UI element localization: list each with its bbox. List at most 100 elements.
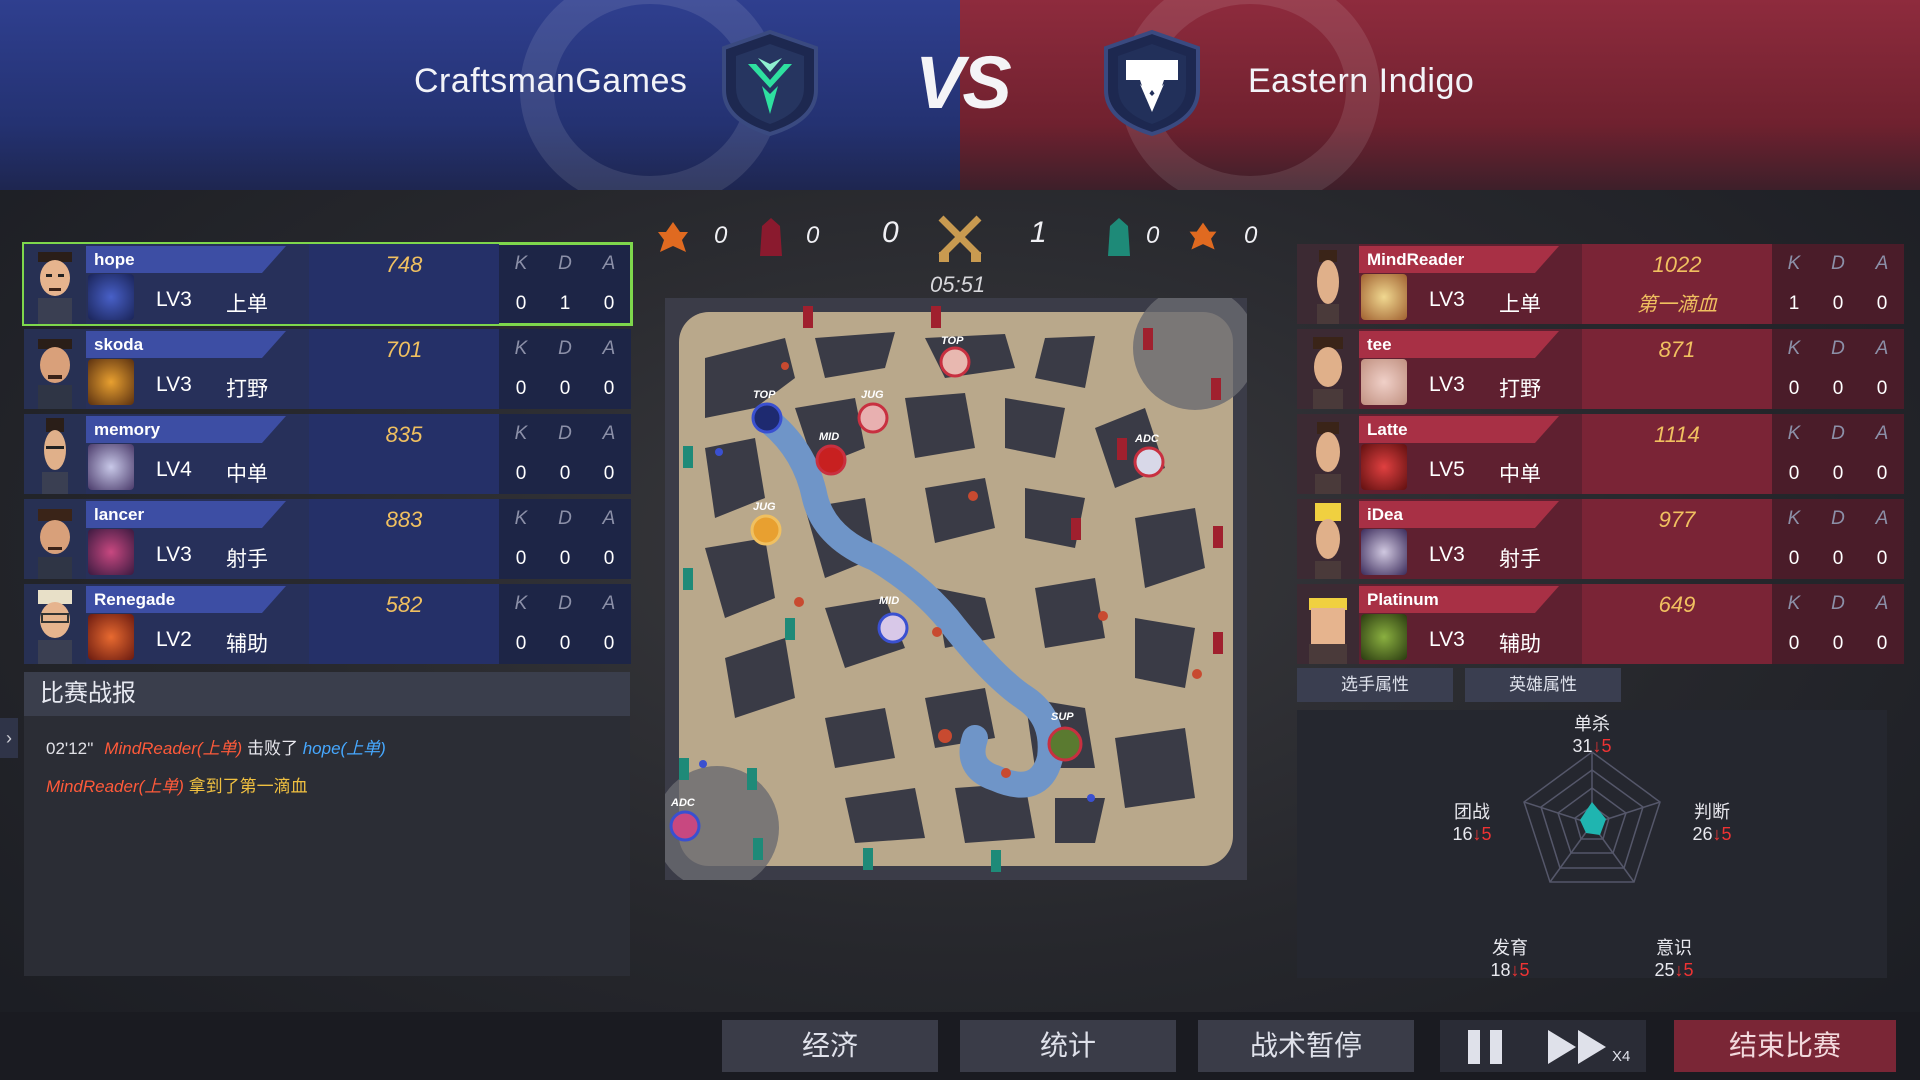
- tactical-pause-button[interactable]: 战术暂停: [1198, 1020, 1414, 1072]
- player-name: memory: [86, 416, 286, 443]
- assists: 0: [603, 293, 615, 314]
- blue-inhibitor-icon: [760, 218, 782, 256]
- kda-d-header: D: [1831, 593, 1845, 614]
- player-name: lancer: [86, 501, 286, 528]
- economy-button[interactable]: 经济: [722, 1020, 938, 1072]
- hero-portrait-icon: [88, 529, 134, 575]
- player-role: 辅助: [1499, 633, 1541, 656]
- player-gold: 649: [1658, 592, 1696, 617]
- red-player-card[interactable]: Latte LV5 中单 1114 K D A 0 0 0: [1297, 414, 1904, 494]
- match-view: › hope LV3 上单 748 KDA 010 skoda LV3 打野 7…: [0, 190, 1920, 1080]
- score-bar: 0 0 0 1 0 0: [650, 212, 1270, 272]
- kda-a-header: A: [602, 593, 616, 614]
- blue-player-card[interactable]: Renegade LV2 辅助 582 K D A 0 0 0: [24, 584, 631, 664]
- blue-player-card[interactable]: lancer LV3 射手 883 K D A 0 0 0: [24, 499, 631, 579]
- red-inhibitor-count: 0: [1146, 222, 1160, 249]
- player-avatar: [1297, 244, 1359, 324]
- player-level: LV3: [1429, 288, 1465, 311]
- player-level: LV2: [156, 628, 192, 651]
- assists: 0: [1876, 378, 1888, 399]
- report-line-kill: 02'12'' MindReader(上单) 击败了 hope(上单): [46, 734, 386, 759]
- tab-player-attributes[interactable]: 选手属性: [1297, 668, 1453, 702]
- kills: 0: [1788, 633, 1800, 654]
- hero-portrait-icon: [88, 444, 134, 490]
- assists: 0: [1876, 463, 1888, 484]
- player-role: 上单: [226, 293, 268, 316]
- report-verb: 击败了: [246, 739, 298, 758]
- kda-a-header: A: [1875, 253, 1889, 274]
- player-avatar: [24, 414, 86, 494]
- hero-portrait-icon: [1361, 529, 1407, 575]
- player-level: LV5: [1429, 458, 1465, 481]
- kda-a-header: A: [602, 253, 616, 274]
- red-player-card[interactable]: MindReader LV3 上单 1022 第一滴血 K D A 1 0 0: [1297, 244, 1904, 324]
- player-name: Renegade: [86, 586, 286, 613]
- player-avatar: [24, 584, 86, 664]
- kills: 0: [1788, 463, 1800, 484]
- red-player-card[interactable]: iDea LV3 射手 977 K D A 0 0 0: [1297, 499, 1904, 579]
- kda-a-header: A: [1875, 508, 1889, 529]
- hero-portrait-icon: [88, 359, 134, 405]
- player-avatar: [1297, 414, 1359, 494]
- pause-icon[interactable]: [1468, 1030, 1504, 1064]
- blue-player-card[interactable]: skoda LV3 打野 701 K D A 0 0 0: [24, 329, 631, 409]
- assists: 0: [603, 548, 615, 569]
- report-actor: MindReader(上单): [46, 777, 184, 796]
- kda-d-header: D: [558, 338, 572, 359]
- kda-k-header: K: [1787, 253, 1801, 274]
- match-header: CraftsmanGames VS Eastern Indigo: [0, 0, 1920, 190]
- kills: 0: [1788, 378, 1800, 399]
- assists: 0: [1876, 633, 1888, 654]
- hero-portrait-icon: [1361, 444, 1407, 490]
- player-gold: 748: [385, 252, 423, 277]
- radar-chart: [1523, 751, 1661, 883]
- radar-teamfight: 团战 16↓5: [1452, 802, 1492, 844]
- crossed-swords-icon: [938, 215, 982, 262]
- hero-portrait-icon: [1361, 359, 1407, 405]
- player-level: LV3: [1429, 628, 1465, 651]
- player-name: iDea: [1359, 501, 1559, 528]
- kda-a-header: A: [1875, 423, 1889, 444]
- player-gold: 835: [385, 422, 423, 447]
- map-label-jug: JUG: [753, 501, 776, 513]
- kda-k-header: K: [514, 423, 528, 444]
- minimap[interactable]: TOP TOP JUG JUG MID MID ADC ADC SUP: [665, 298, 1247, 880]
- report-killer: MindReader(上单): [104, 739, 243, 758]
- player-avatar: [1297, 329, 1359, 409]
- player-kda: K D A 0 0 0: [1772, 499, 1904, 579]
- red-kill-score: 1: [1030, 216, 1047, 249]
- red-player-card[interactable]: tee LV3 打野 871 K D A 0 0 0: [1297, 329, 1904, 409]
- deaths: 0: [1832, 548, 1844, 569]
- tab-hero-attributes[interactable]: 英雄属性: [1465, 668, 1621, 702]
- player-level: LV3: [156, 373, 192, 396]
- report-text: 拿到了第一滴血: [188, 777, 308, 796]
- radar-judgement: 判断 26↓5: [1692, 802, 1732, 844]
- radar-value-area: [1580, 802, 1606, 835]
- blue-player-card[interactable]: hope LV3 上单 748 K D A 0 1 0: [22, 242, 633, 326]
- player-level: LV4: [156, 458, 192, 481]
- speed-label: X4: [1612, 1048, 1631, 1065]
- fast-forward-icon[interactable]: [1548, 1030, 1610, 1064]
- expand-panel-button[interactable]: ›: [0, 718, 18, 758]
- red-tower-count: 0: [1244, 222, 1258, 249]
- player-name: Latte: [1359, 416, 1559, 443]
- kills: 0: [515, 633, 527, 654]
- end-match-button[interactable]: 结束比赛: [1674, 1020, 1896, 1072]
- map-label-adc: ADC: [670, 797, 696, 809]
- red-player-card[interactable]: Platinum LV3 辅助 649 K D A 0 0 0: [1297, 584, 1904, 664]
- player-name: skoda: [86, 331, 286, 358]
- player-level: LV3: [1429, 543, 1465, 566]
- player-name: hope: [86, 246, 286, 273]
- player-name: MindReader: [1359, 246, 1559, 273]
- kills: 0: [515, 293, 527, 314]
- blue-player-card[interactable]: memory LV4 中单 835 K D A 0 0 0: [24, 414, 631, 494]
- deaths: 0: [1832, 633, 1844, 654]
- attribute-tabs: 选手属性 英雄属性: [1297, 668, 1887, 702]
- match-report-title: 比赛战报: [24, 672, 630, 716]
- player-gold: 871: [1658, 337, 1696, 362]
- map-label-mid: MID: [819, 431, 839, 443]
- stats-button[interactable]: 统计: [960, 1020, 1176, 1072]
- blue-kill-score: 0: [882, 216, 899, 249]
- red-team-name: Eastern Indigo: [1248, 62, 1475, 100]
- vs-label: VS: [915, 41, 1012, 124]
